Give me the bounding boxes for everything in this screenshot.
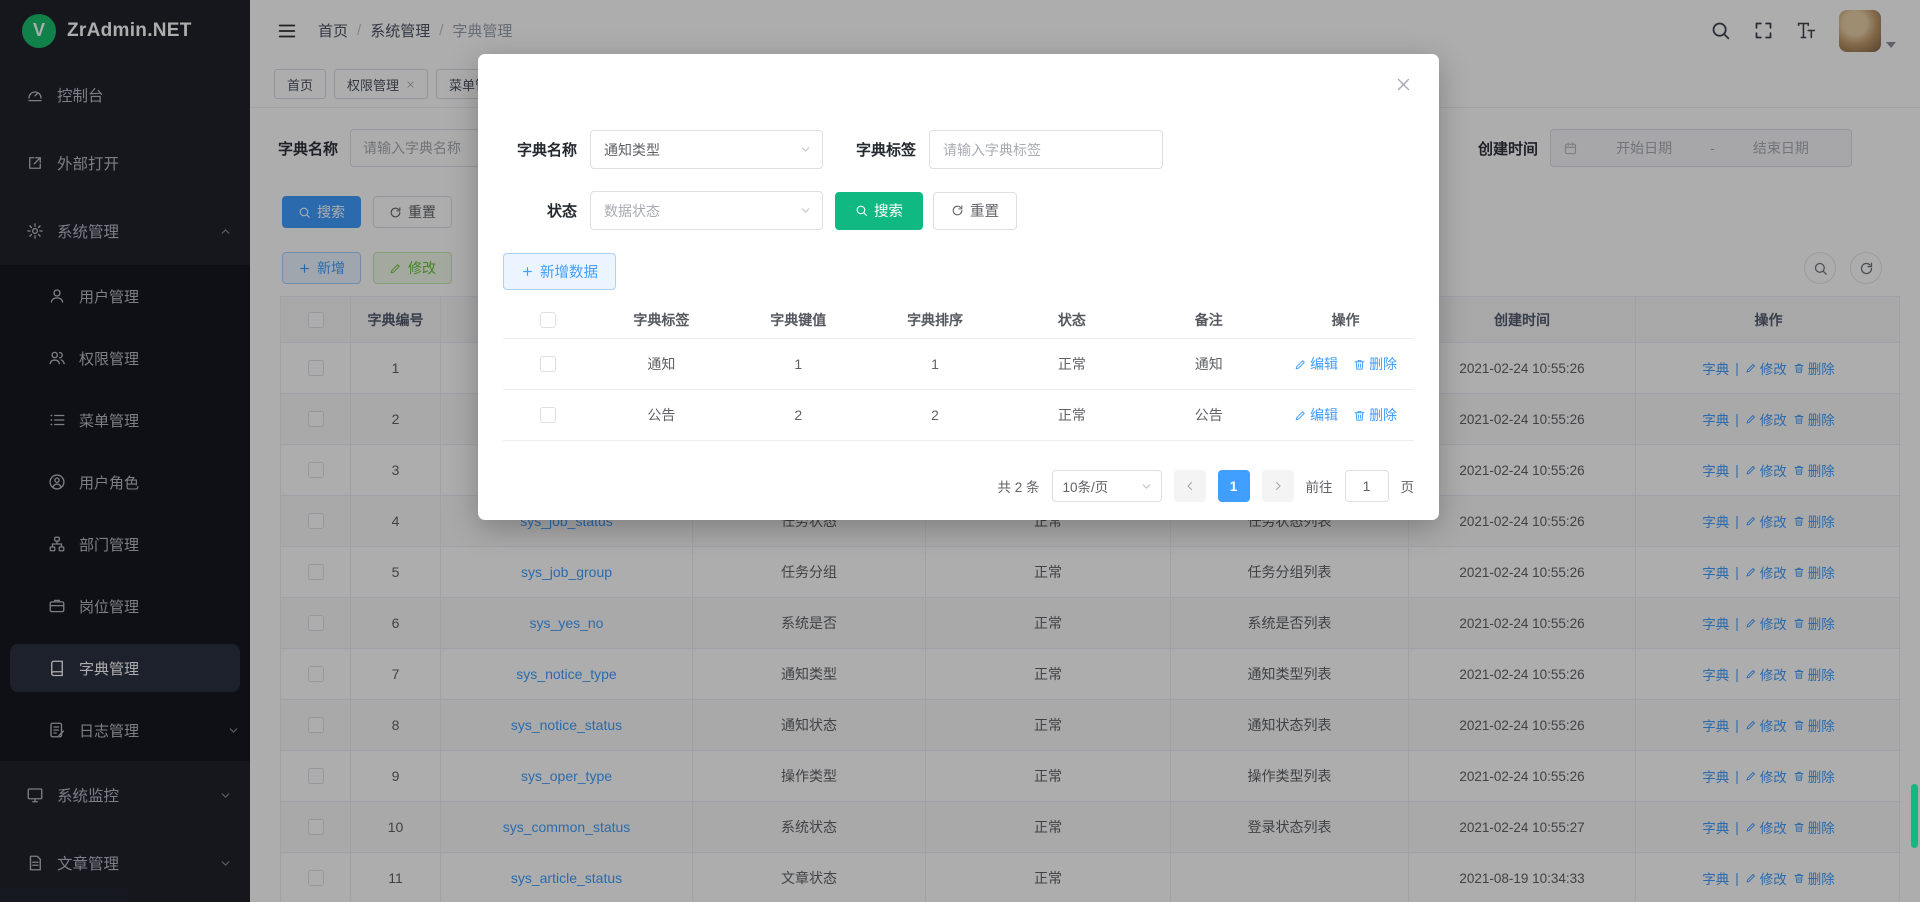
cell-remark: 通知: [1140, 339, 1277, 390]
dict-name-select[interactable]: 通知类型: [590, 130, 823, 169]
pencil-icon: [1294, 358, 1307, 371]
dialog-table-header: 字典标签 字典键值 字典排序 状态 备注 操作: [503, 302, 1414, 339]
cell-dict-sort: 2: [867, 390, 1004, 441]
delete-link[interactable]: 删除: [1353, 354, 1397, 374]
table-row: 通知 1 1 正常 通知 编辑 删除: [503, 339, 1414, 390]
row-checkbox[interactable]: [540, 407, 556, 423]
chevron-down-icon: [799, 204, 812, 217]
chevron-down-icon: [799, 143, 812, 156]
cell-remark: 公告: [1140, 390, 1277, 441]
dialog-reset-button[interactable]: 重置: [933, 192, 1017, 230]
cell-status: 正常: [1003, 339, 1140, 390]
chevron-down-icon: [1140, 480, 1153, 493]
goto-page-input[interactable]: [1345, 470, 1389, 502]
dict-label-input[interactable]: [929, 130, 1163, 169]
cell-dict-value: 1: [730, 339, 867, 390]
next-page-button[interactable]: [1262, 470, 1294, 502]
cell-dict-value: 2: [730, 390, 867, 441]
pagination-total: 共 2 条: [997, 476, 1039, 496]
header-remark: 备注: [1140, 302, 1277, 339]
row-actions: 编辑 删除: [1277, 339, 1414, 390]
header-dict-label: 字典标签: [593, 302, 730, 339]
trash-icon: [1353, 409, 1366, 422]
cell-dict-label: 公告: [593, 390, 730, 441]
row-actions: 编辑 删除: [1277, 390, 1414, 441]
cell-status: 正常: [1003, 390, 1140, 441]
scrollbar-thumb[interactable]: [1911, 784, 1918, 848]
dialog-table-body: 通知 1 1 正常 通知 编辑 删除: [503, 339, 1414, 441]
close-icon[interactable]: [1395, 76, 1412, 93]
status-select[interactable]: 数据状态: [590, 191, 823, 230]
arrow-left-icon: [1184, 480, 1196, 492]
header-dict-value: 字典键值: [730, 302, 867, 339]
dialog-toolbar: 新增数据: [503, 253, 616, 290]
dict-data-dialog: 字典名称 通知类型 字典标签 状态 数据状态 搜索: [478, 54, 1439, 520]
edit-link[interactable]: 编辑: [1294, 354, 1338, 374]
trash-icon: [1353, 358, 1366, 371]
header-actions: 操作: [1277, 302, 1414, 339]
prev-page-button[interactable]: [1174, 470, 1206, 502]
dialog-search-button[interactable]: 搜索: [835, 192, 923, 230]
edit-link[interactable]: 编辑: [1294, 405, 1338, 425]
header-status: 状态: [1003, 302, 1140, 339]
app-window: V ZrAdmin.NET 控制台 外部打开 系统管理 用户管理 权限管理: [0, 0, 1920, 902]
refresh-icon: [951, 204, 964, 217]
dict-label-label: 字典标签: [844, 139, 916, 160]
header-dict-sort: 字典排序: [867, 302, 1004, 339]
search-icon: [855, 204, 868, 217]
dict-data-table: 字典标签 字典键值 字典排序 状态 备注 操作 通知 1 1 正常 通知: [503, 302, 1414, 441]
page-size-select[interactable]: 10条/页: [1052, 470, 1162, 502]
cell-dict-label: 通知: [593, 339, 730, 390]
dialog-filter-form: 字典名称 通知类型 字典标签 状态 数据状态 搜索: [503, 130, 1163, 252]
row-checkbox[interactable]: [540, 356, 556, 372]
delete-link[interactable]: 删除: [1353, 405, 1397, 425]
status-label: 状态: [503, 200, 577, 221]
add-data-button[interactable]: 新增数据: [503, 253, 616, 290]
pencil-icon: [1294, 409, 1307, 422]
table-row: 公告 2 2 正常 公告 编辑 删除: [503, 390, 1414, 441]
arrow-right-icon: [1272, 480, 1284, 492]
plus-icon: [521, 265, 534, 278]
page-unit-label: 页: [1401, 476, 1415, 496]
cell-dict-sort: 1: [867, 339, 1004, 390]
pagination: 共 2 条 10条/页 1 前往 页: [503, 468, 1414, 504]
page-number-1[interactable]: 1: [1218, 470, 1250, 502]
dict-name-label: 字典名称: [503, 139, 577, 160]
goto-label: 前往: [1306, 476, 1333, 496]
select-all-checkbox[interactable]: [540, 312, 556, 328]
